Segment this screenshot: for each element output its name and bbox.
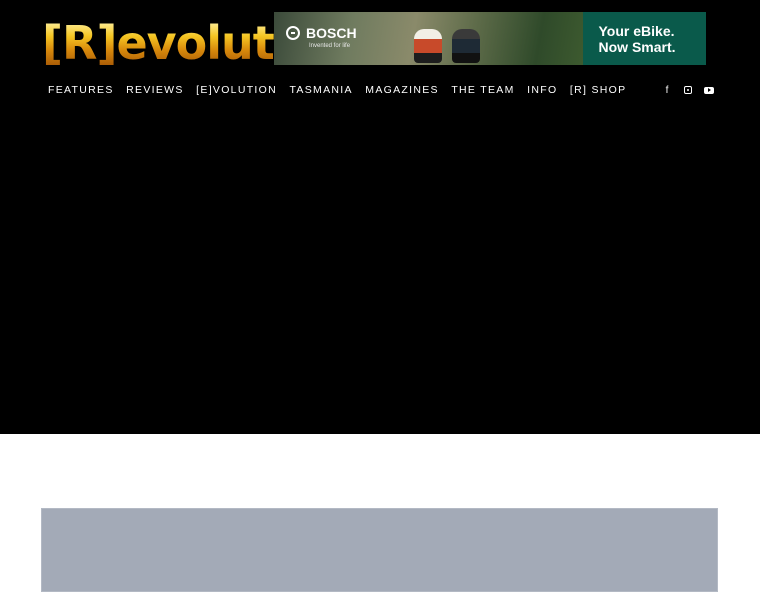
social-links: f xyxy=(662,84,714,96)
ad-cta[interactable]: Your eBike. Now Smart. xyxy=(583,12,706,65)
banner-ad[interactable]: BOSCH Invented for life Your eBike. Now … xyxy=(274,12,706,65)
nav-magazines[interactable]: MAGAZINES xyxy=(365,84,439,96)
ad-photo: BOSCH Invented for life xyxy=(274,12,583,65)
youtube-icon[interactable] xyxy=(704,86,714,94)
ad-cta-line1: Your eBike. xyxy=(598,22,675,39)
nav-shop[interactable]: [R] SHOP xyxy=(570,84,627,96)
instagram-icon[interactable] xyxy=(684,86,692,94)
ad-brand: BOSCH xyxy=(286,26,357,40)
nav-evolution[interactable]: [E]VOLUTION xyxy=(196,84,277,96)
nav-info[interactable]: INFO xyxy=(527,84,557,96)
ad-cta-line2: Now Smart. xyxy=(598,38,676,55)
site-logo[interactable]: [R]evolution xyxy=(42,10,352,66)
facebook-icon[interactable]: f xyxy=(662,84,672,96)
rider-image xyxy=(414,29,442,63)
nav-tasmania[interactable]: TASMANIA xyxy=(289,84,352,96)
nav-reviews[interactable]: REVIEWS xyxy=(126,84,184,96)
ad-brand-name: BOSCH xyxy=(306,25,357,41)
nav-features[interactable]: FEATURES xyxy=(48,84,114,96)
main-nav: FEATURES REVIEWS [E]VOLUTION TASMANIA MA… xyxy=(48,84,639,96)
bosch-logo-icon xyxy=(286,26,300,40)
ad-placeholder xyxy=(41,508,718,592)
nav-the-team[interactable]: THE TEAM xyxy=(451,84,514,96)
ad-slogan: Invented for life xyxy=(309,43,351,49)
rider-image xyxy=(452,29,480,63)
